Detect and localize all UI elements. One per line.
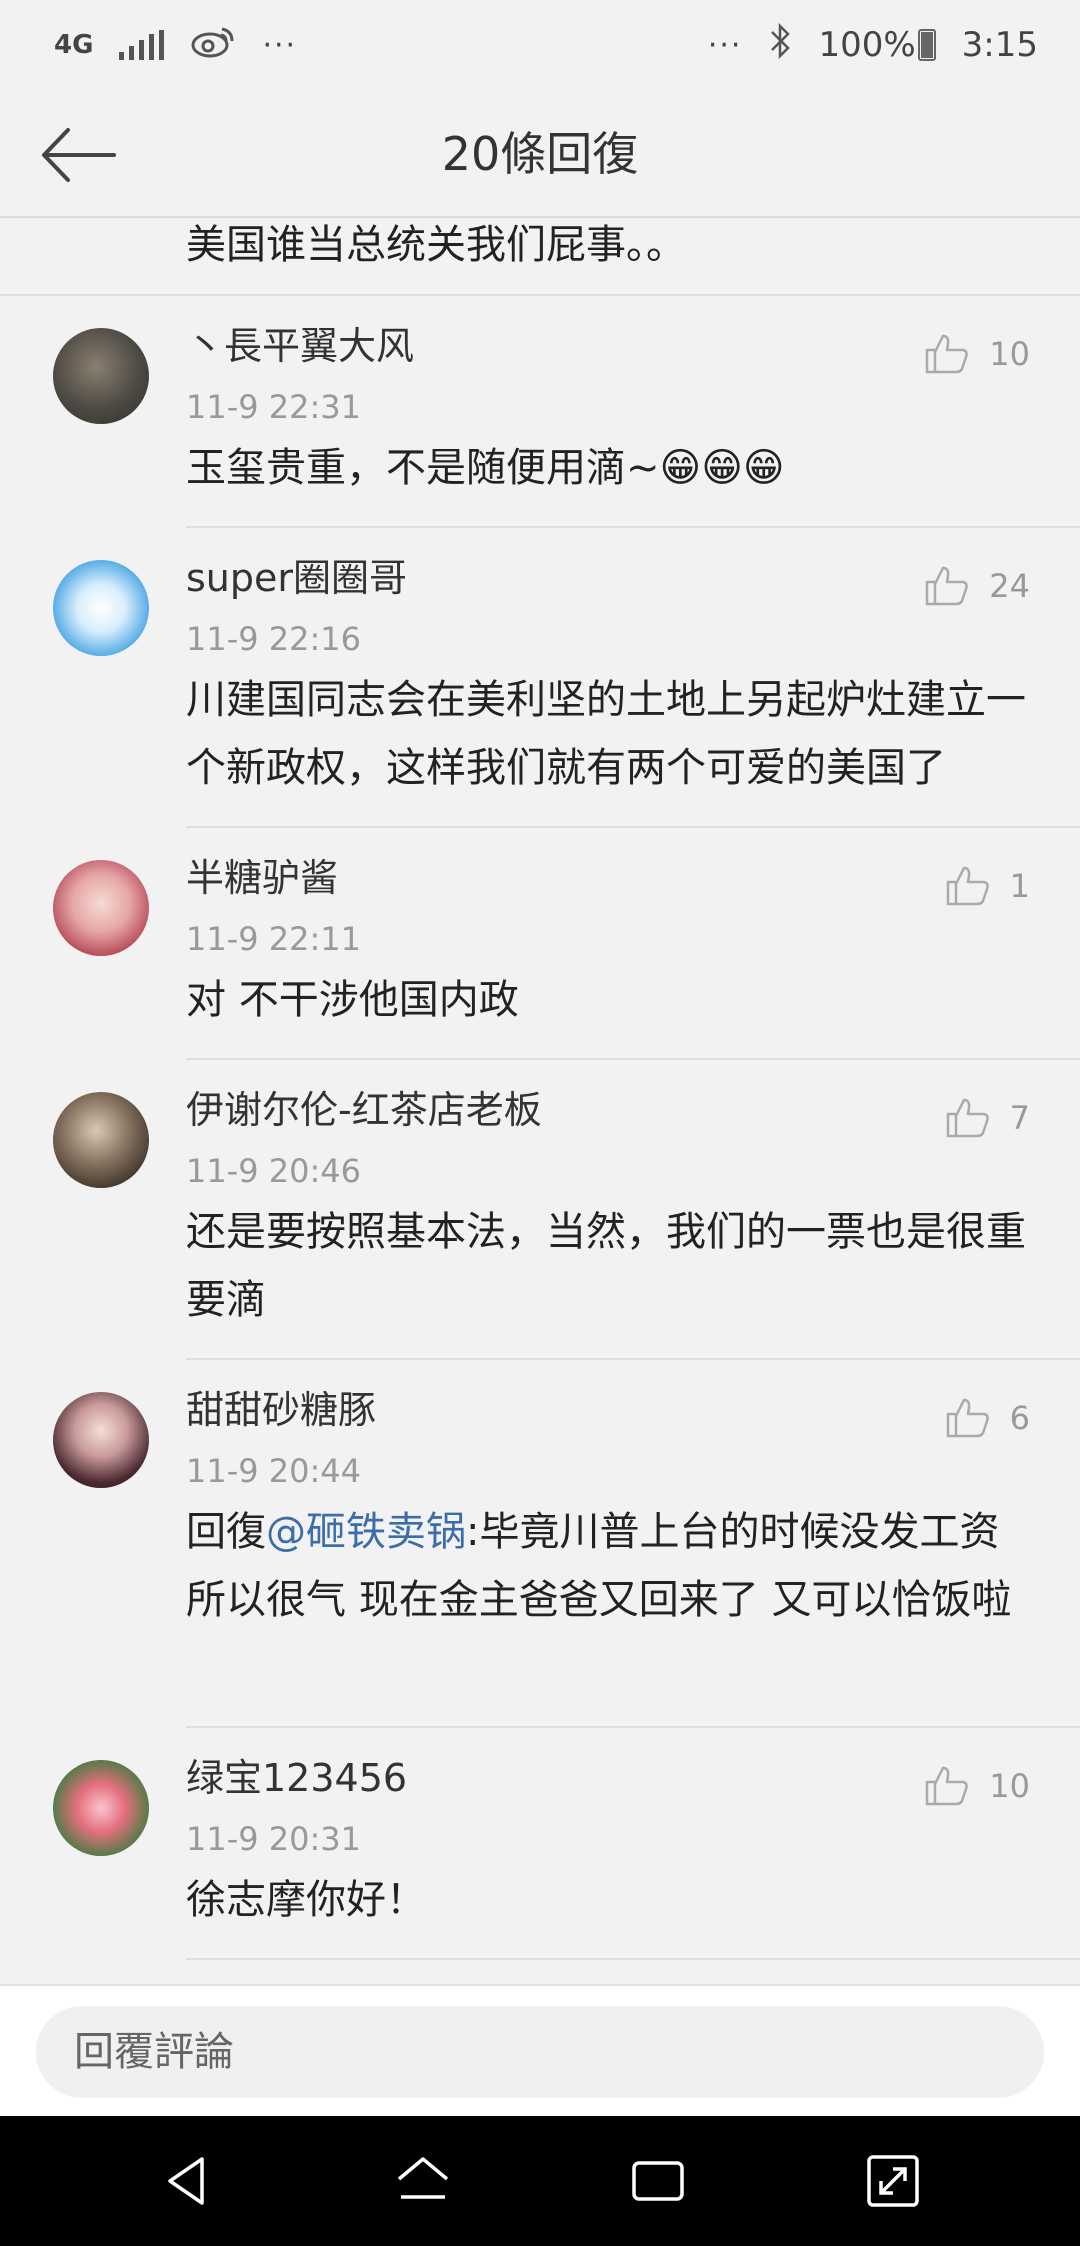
- like-count: 10: [989, 1767, 1030, 1805]
- comment-author[interactable]: 半糖驴酱: [186, 848, 1030, 908]
- like-count: 10: [989, 335, 1030, 373]
- nav-expand-button[interactable]: [853, 2141, 933, 2221]
- nav-recents-button[interactable]: [618, 2141, 698, 2221]
- signal-strength-icon: [119, 30, 165, 60]
- like-button[interactable]: 24: [923, 562, 1030, 610]
- thumbs-up-icon: [946, 1098, 989, 1138]
- avatar[interactable]: [53, 560, 149, 656]
- like-count: 7: [1009, 1099, 1030, 1137]
- expand-icon: [866, 2155, 919, 2207]
- system-nav-bar: [0, 2116, 1080, 2246]
- more-notifications-icon: ···: [262, 27, 298, 63]
- avatar[interactable]: [53, 860, 149, 956]
- battery-icon: [917, 29, 936, 61]
- top-app-bar: 20條回復: [0, 90, 1080, 218]
- like-button[interactable]: 10: [923, 1762, 1030, 1810]
- reply-bar: 回覆評論: [0, 1984, 1080, 2116]
- comment-author[interactable]: 丶長平翼大风: [186, 316, 1030, 376]
- nav-back-button[interactable]: [148, 2141, 228, 2221]
- comment-time: 11-9 22:11: [186, 920, 362, 958]
- page-title: 20條回復: [441, 127, 639, 181]
- weibo-icon: [190, 23, 236, 68]
- comment-time: 11-9 20:46: [186, 1152, 362, 1190]
- network-type-indicator: 4G: [54, 30, 94, 60]
- battery-percent: 100%: [818, 25, 916, 65]
- like-button[interactable]: 1: [944, 862, 1030, 910]
- comment-item[interactable]: 丶長平翼大风 11-9 22:31 玉玺贵重，不是随便用滴~😁😁😁 10: [0, 296, 1080, 528]
- comment-time: 11-9 20:31: [186, 1820, 362, 1858]
- like-button[interactable]: 6: [944, 1394, 1030, 1442]
- comment-item[interactable]: 绿宝123456 11-9 20:31 徐志摩你好！ 10: [0, 1728, 1080, 1960]
- reply-prefix: 回復: [186, 1509, 266, 1555]
- thumbs-up-icon: [946, 1398, 989, 1438]
- comment-time: 11-9 22:31: [186, 388, 362, 426]
- comment-item[interactable]: 半糖驴酱 11-9 22:11 对 不干涉他国内政 1: [0, 828, 1080, 1060]
- more-status-icon: ···: [707, 27, 743, 63]
- comment-item[interactable]: super圈圈哥 11-9 22:16 川建国同志会在美利坚的土地上另起炉灶建立…: [0, 528, 1080, 828]
- like-count: 1: [1009, 867, 1030, 905]
- like-button[interactable]: 7: [944, 1094, 1030, 1142]
- comment-text: 回復@砸铁卖锅:毕竟川普上台的时候没发工资 所以很气 现在金主爸爸又回来了 又可…: [186, 1498, 1030, 1634]
- comment-author[interactable]: 甜甜砂糖豚: [186, 1380, 1030, 1440]
- recents-icon: [631, 2161, 684, 2201]
- like-count: 6: [1009, 1399, 1030, 1437]
- comment-item[interactable]: 甜甜砂糖豚 11-9 20:44 回復@砸铁卖锅:毕竟川普上台的时候没发工资 所…: [0, 1360, 1080, 1728]
- thumbs-up-icon: [926, 334, 969, 374]
- comment-author[interactable]: super圈圈哥: [186, 548, 1030, 608]
- clock: 3:15: [961, 25, 1038, 65]
- mention-link[interactable]: @砸铁卖锅: [266, 1509, 466, 1555]
- like-button[interactable]: 10: [923, 330, 1030, 378]
- thumbs-up-icon: [926, 566, 969, 606]
- comment-text: 徐志摩你好！: [186, 1877, 426, 1923]
- comment-author[interactable]: 伊谢尔伦-红茶店老板: [186, 1080, 1030, 1140]
- comment-text: 玉玺贵重，不是随便用滴~😁😁😁: [186, 445, 785, 491]
- status-bar: 4G ··· ··· 100% 3:15: [0, 0, 1080, 90]
- comment-item[interactable]: 伊谢尔伦-红茶店老板 11-9 20:46 还是要按照基本法，当然，我们的一票也…: [0, 1060, 1080, 1360]
- home-icon: [397, 2157, 448, 2199]
- avatar[interactable]: [53, 328, 149, 424]
- comment-text: 还是要按照基本法，当然，我们的一票也是很重要滴: [186, 1209, 1026, 1323]
- divider: [186, 1958, 1080, 1960]
- avatar[interactable]: [53, 1760, 149, 1856]
- bluetooth-icon: [768, 22, 792, 69]
- avatar[interactable]: [53, 1392, 149, 1488]
- comment-list[interactable]: 美国谁当总统关我们屁事。。 丶長平翼大风 11-9 22:31 玉玺贵重，不是随…: [0, 218, 1080, 1960]
- reply-input[interactable]: 回覆評論: [36, 2006, 1044, 2098]
- triangle-back-icon: [167, 2157, 204, 2205]
- nav-home-button[interactable]: [383, 2141, 463, 2221]
- comment-time: 11-9 20:44: [186, 1452, 362, 1490]
- comment-time: 11-9 22:16: [186, 620, 362, 658]
- thumbs-up-icon: [946, 866, 989, 906]
- avatar[interactable]: [53, 1092, 149, 1188]
- comment-text: 对 不干涉他国内政: [186, 977, 519, 1023]
- like-count: 24: [989, 567, 1030, 605]
- comment-text: 美国谁当总统关我们屁事。。: [186, 222, 686, 268]
- comment-partial: 美国谁当总统关我们屁事。。: [0, 218, 1080, 296]
- comment-text: 川建国同志会在美利坚的土地上另起炉灶建立一个新政权，这样我们就有两个可爱的美国了: [186, 677, 1026, 791]
- thumbs-up-icon: [926, 1766, 969, 1806]
- comment-author[interactable]: 绿宝123456: [186, 1748, 1030, 1808]
